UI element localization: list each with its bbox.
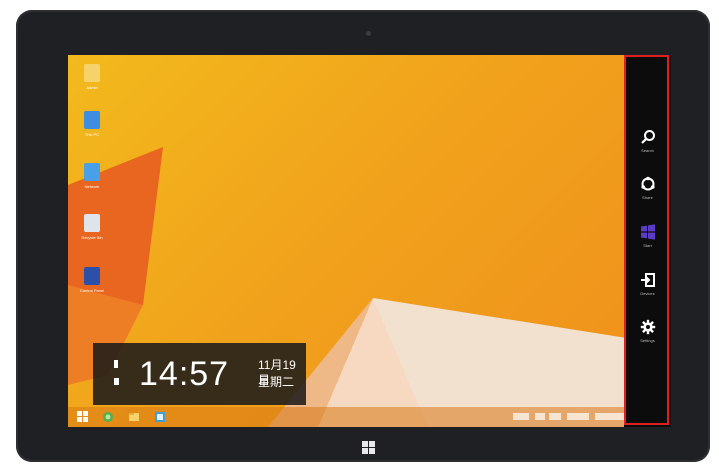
store-icon[interactable] [154,411,166,423]
search-icon [640,130,655,144]
charm-label: Share [642,195,653,200]
folder-icon [84,64,100,82]
network-icon [84,163,100,181]
desktop-icon-label: Network [84,184,100,189]
desktop-icon-recycle-bin[interactable]: Recycle Bin [74,210,110,260]
charm-start[interactable]: Start [624,224,671,264]
status-icons [114,356,124,392]
start-button-icon[interactable] [77,411,89,423]
share-icon [640,176,655,191]
clock-panel: 14:57 11月19日 星期二 [93,343,306,405]
desktop-icon-label: Recycle Bin [81,235,103,240]
desktop-icon-control-panel[interactable]: Control Panel [74,263,110,313]
taskbar [68,407,671,427]
charm-devices[interactable]: Devices [624,272,671,312]
charm-share[interactable]: Share [624,176,671,216]
desktop-screen[interactable]: Admin This PC Network Recycle Bin Contro… [68,55,671,427]
windows-hardware-button[interactable] [362,441,376,455]
charm-label: Settings [640,338,655,343]
ie-icon[interactable] [102,411,114,423]
computer-icon [84,111,100,129]
desktop-icon-folder[interactable]: Admin [74,60,110,110]
charm-settings[interactable]: Settings [624,319,671,359]
desktop-icon-label: Control Panel [79,288,105,293]
charm-label: Search [641,148,654,153]
settings-icon [640,319,655,335]
clock-weekday: 星期二 [258,375,295,389]
clock-time: 14:57 [139,355,230,393]
start-icon [640,224,655,240]
explorer-icon[interactable] [128,411,140,423]
charm-label: Start [643,243,652,248]
desktop-icon-label: Admin [86,85,98,90]
network-status-icon [114,360,118,368]
front-camera [366,31,371,36]
battery-icon [114,378,119,385]
charms-bar: Search Share Start Devices Settings [624,55,671,427]
charm-label: Devices [640,291,655,296]
control-panel-icon [84,267,100,285]
devices-icon [640,273,655,287]
charm-search[interactable]: Search [624,129,671,169]
desktop-icon-computer[interactable]: This PC [74,107,110,157]
desktop-icon-label: This PC [84,132,100,137]
recycle-bin-icon [84,214,100,232]
desktop-icon-network[interactable]: Network [74,159,110,209]
